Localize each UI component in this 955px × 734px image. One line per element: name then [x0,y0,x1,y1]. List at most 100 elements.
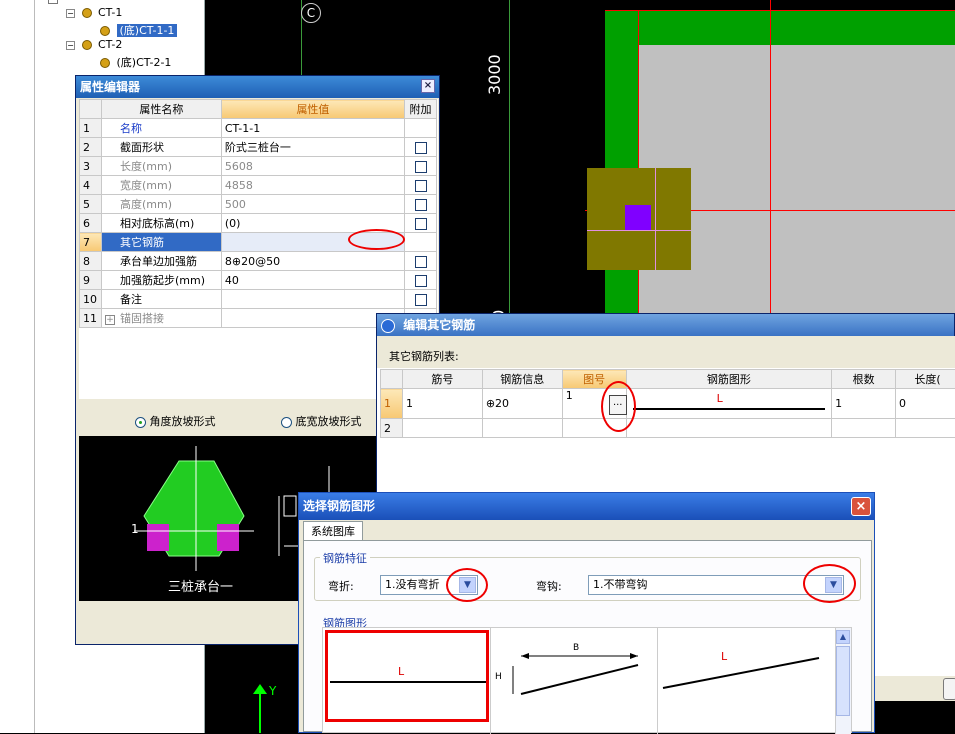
checkbox[interactable] [415,142,427,154]
annotation-ellipse [446,568,488,602]
table-row[interactable]: 8承台单边加强筋8⊕20@50 [80,252,437,271]
pink-line [655,168,656,270]
checkbox[interactable] [415,199,427,211]
column-header-count: 根数 [832,370,896,389]
pink-line [587,230,691,231]
checkbox[interactable] [415,161,427,173]
scroll-thumb[interactable] [836,646,850,716]
row-number: 4 [80,176,102,195]
property-value[interactable]: CT-1-1 [221,119,404,138]
cell-shape[interactable] [626,419,832,438]
table-row[interactable]: 3长度(mm)5608 [80,157,437,176]
select-shape-dialog: 选择钢筋图形 × 系统图库 钢筋特征 弯折: 1.没有弯折 ▼ 弯钩: 1.不带… [298,492,875,733]
row-number: 1 [80,119,102,138]
column-header-info: 钢筋信息 [482,370,562,389]
property-name[interactable]: 承台单边加强筋 [101,252,221,271]
property-extra[interactable] [405,214,437,233]
property-value[interactable] [221,290,404,309]
row-header [80,100,102,119]
property-value[interactable]: 8⊕20@50 [221,252,404,271]
property-name[interactable]: 相对底标高(m) [101,214,221,233]
property-extra[interactable] [405,271,437,290]
expand-icon[interactable]: + [105,315,115,325]
property-name[interactable]: 截面形状 [101,138,221,157]
tab-system-library[interactable]: 系统图库 [303,521,363,541]
table-row[interactable]: 5高度(mm)500 [80,195,437,214]
property-extra[interactable] [405,138,437,157]
shape-tile-straight[interactable]: L [325,630,489,722]
checkbox[interactable] [415,275,427,287]
cell-length[interactable] [896,419,955,438]
cell-count[interactable]: 1 [832,389,896,419]
property-extra[interactable] [405,290,437,309]
bend-value: 1.没有弯折 [385,578,440,591]
cell-length[interactable]: 0 [896,389,955,419]
scroll-up-icon[interactable]: ▲ [836,630,850,644]
property-name[interactable]: +锚固搭接 [101,309,221,328]
property-name[interactable]: 名称 [101,119,221,138]
radio-angle[interactable]: 角度放坡形式 [135,413,216,429]
cell-jinhao[interactable]: 1 [402,389,482,419]
gear-icon [82,8,92,18]
table-row[interactable]: 4宽度(mm)4858 [80,176,437,195]
checkbox[interactable] [415,256,427,268]
tree-item-ct2[interactable]: − CT-2 [66,38,122,51]
shape-dim-h: H [495,672,502,682]
shape-label: L [721,650,727,663]
shape-dim-b: B [573,643,579,653]
checkbox[interactable] [415,218,427,230]
checkbox[interactable] [415,294,427,306]
table-row[interactable]: 1名称CT-1-1 [80,119,437,138]
select-shape-titlebar[interactable]: 选择钢筋图形 × [299,493,874,520]
property-name[interactable]: 加强筋起步(mm) [101,271,221,290]
vertical-scrollbar[interactable]: ▲ [835,628,851,734]
cell-jinhao[interactable] [402,419,482,438]
table-row[interactable]: 2 [381,419,955,438]
property-name[interactable]: 长度(mm) [101,157,221,176]
property-extra[interactable] [405,157,437,176]
table-row[interactable]: 1 1 ⊕20 1 ... L 1 0 [381,389,955,419]
property-value[interactable]: 500 [221,195,404,214]
property-name[interactable]: 宽度(mm) [101,176,221,195]
close-icon[interactable]: × [851,497,871,516]
divider [657,628,658,734]
close-icon[interactable]: × [421,79,435,93]
collapse-icon[interactable]: − [66,41,75,50]
property-editor-titlebar[interactable]: 属性编辑器 × [76,76,439,98]
checkbox[interactable] [415,180,427,192]
table-row[interactable]: 10备注 [80,290,437,309]
cell-count[interactable] [832,419,896,438]
tree-item-ct1[interactable]: − CT-1 [66,6,122,19]
tree-item-ct1-1[interactable]: (底)CT-1-1 [100,22,177,38]
property-extra[interactable] [405,176,437,195]
property-value[interactable]: 5608 [221,157,404,176]
row-number: 3 [80,157,102,176]
tree-root-expander[interactable] [48,0,58,4]
property-value[interactable]: 40 [221,271,404,290]
property-name[interactable]: 其它钢筋 [101,233,221,252]
column-header-extra: 附加 [405,100,437,119]
table-row[interactable]: 2截面形状阶式三桩台一 [80,138,437,157]
property-value[interactable]: 4858 [221,176,404,195]
row-number: 7 [80,233,102,252]
property-extra[interactable] [405,195,437,214]
property-name[interactable]: 高度(mm) [101,195,221,214]
shape-tile-hook[interactable]: B H [493,630,653,722]
shape-tile-sloped[interactable]: L [659,630,829,722]
other-rebar-titlebar[interactable]: 编辑其它钢筋 [377,314,954,336]
column [625,205,651,231]
gear-icon [100,58,110,68]
row-number: 11 [80,309,102,328]
footer-button[interactable] [943,678,955,700]
cell-info[interactable] [482,419,562,438]
property-extra[interactable] [405,252,437,271]
table-row[interactable]: 9加强筋起步(mm)40 [80,271,437,290]
radio-width[interactable]: 底宽放坡形式 [281,413,362,429]
tree-item-ct2-1[interactable]: (底)CT-2-1 [100,54,171,70]
property-value[interactable]: 阶式三桩台一 [221,138,404,157]
property-name[interactable]: 备注 [101,290,221,309]
collapse-icon[interactable]: − [66,9,75,18]
cell-shape[interactable]: L [626,389,832,419]
y-axis-icon [259,690,261,733]
cell-info[interactable]: ⊕20 [482,389,562,419]
